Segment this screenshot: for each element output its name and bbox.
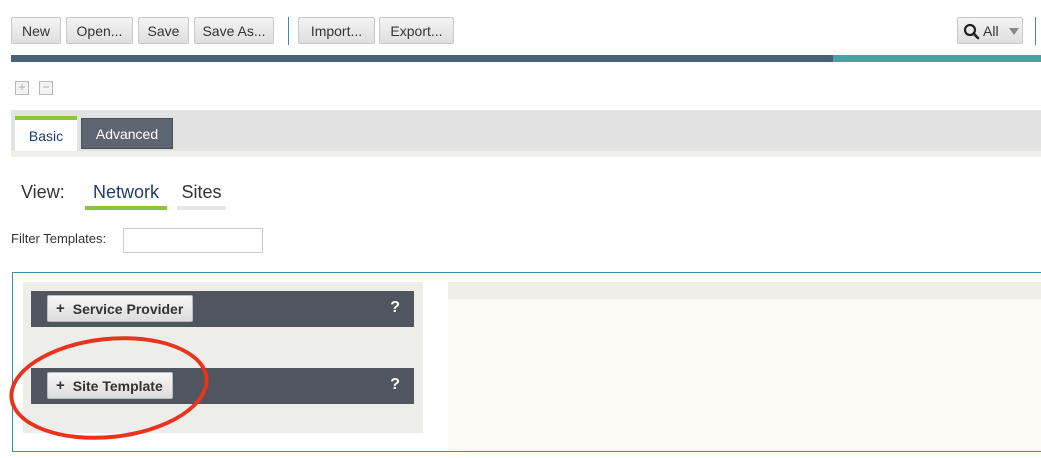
- search-icon: [963, 23, 980, 40]
- tab-strip-underline: [11, 151, 1041, 157]
- view-network-tab[interactable]: Network: [85, 180, 167, 210]
- view-sites-tab[interactable]: Sites: [177, 180, 226, 210]
- toolbar-divider: [288, 17, 289, 45]
- import-button[interactable]: Import...: [298, 17, 375, 44]
- filter-templates-input[interactable]: [123, 228, 263, 253]
- template-row-service-provider: + Service Provider ?: [31, 291, 414, 327]
- save-as-button[interactable]: Save As...: [194, 17, 274, 44]
- template-label: Service Provider: [72, 300, 184, 317]
- details-area: [448, 299, 1041, 451]
- search-scope-label: All: [983, 23, 999, 39]
- export-button[interactable]: Export...: [379, 17, 454, 44]
- new-button[interactable]: New: [11, 17, 61, 44]
- view-label: View:: [21, 182, 65, 202]
- header-bar-accent: [833, 55, 1041, 62]
- collapse-all-icon[interactable]: −: [39, 81, 53, 95]
- expand-all-icon[interactable]: +: [15, 81, 29, 95]
- help-icon[interactable]: ?: [390, 299, 400, 317]
- open-button[interactable]: Open...: [66, 17, 133, 44]
- add-service-provider-button[interactable]: + Service Provider: [47, 295, 194, 322]
- tab-basic[interactable]: Basic: [15, 116, 77, 151]
- chevron-down-icon: [1009, 28, 1019, 35]
- toolbar-divider-right: [1035, 17, 1036, 45]
- plus-icon: +: [56, 300, 65, 317]
- search-scope-dropdown[interactable]: All: [957, 17, 1023, 44]
- help-icon[interactable]: ?: [390, 376, 400, 394]
- filter-templates-label: Filter Templates:: [11, 231, 107, 246]
- header-bar: [11, 55, 833, 62]
- details-header: [448, 282, 1041, 299]
- save-button[interactable]: Save: [138, 17, 189, 44]
- tab-advanced[interactable]: Advanced: [81, 118, 173, 149]
